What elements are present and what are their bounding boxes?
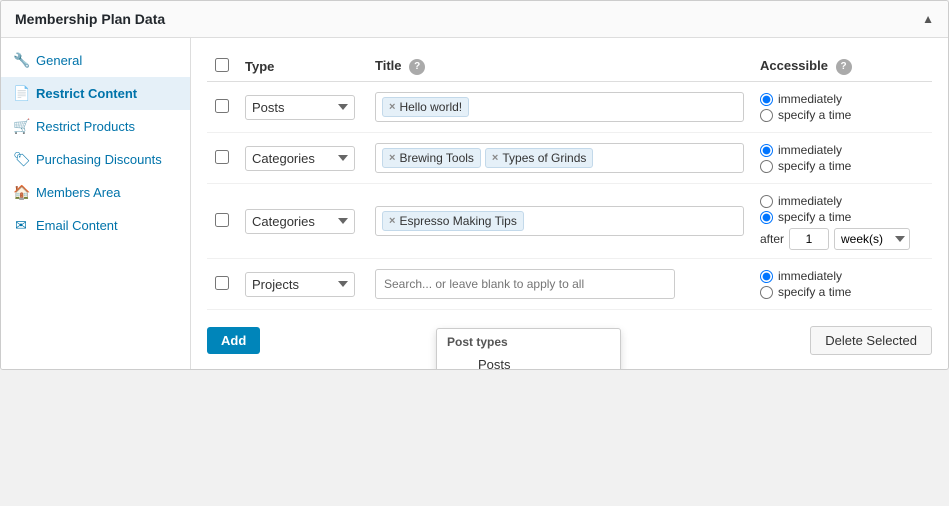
panel-body: 🔧 General 📄 Restrict Content 🛒 Restrict …: [1, 38, 948, 369]
row4-type-select[interactable]: Projects Posts Categories: [245, 272, 355, 297]
row3-after-row: after week(s) day(s) month(s): [760, 228, 924, 250]
row1-immediately-radio[interactable]: [760, 93, 773, 106]
row4-immediately-radio[interactable]: [760, 270, 773, 283]
row4-type-cell: Projects Posts Categories: [237, 259, 367, 310]
content-table: Type Title ? Accessible ?: [207, 52, 932, 310]
row3-accessible-cell: immediately specify a time after week(s: [752, 184, 932, 259]
row2-tag-1-remove[interactable]: ×: [389, 152, 395, 164]
th-type: Type: [237, 52, 367, 82]
row3-check-cell: [207, 184, 237, 259]
panel-header: Membership Plan Data ▲: [1, 1, 948, 38]
row3-tag-1: × Espresso Making Tips: [382, 211, 524, 231]
sidebar-item-restrict-content[interactable]: 📄 Restrict Content: [1, 77, 190, 110]
row2-check-cell: [207, 133, 237, 184]
row1-immediately-row: immediately: [760, 92, 924, 106]
row2-immediately-row: immediately: [760, 143, 924, 157]
title-help-icon[interactable]: ?: [409, 59, 425, 75]
row2-tag-2-remove[interactable]: ×: [492, 152, 498, 164]
row1-tag-1-remove[interactable]: ×: [389, 101, 395, 113]
row4-accessible-cell: immediately specify a time: [752, 259, 932, 310]
sidebar-label-general: General: [36, 53, 82, 68]
accessible-help-icon[interactable]: ?: [836, 59, 852, 75]
row1-accessible-cell: immediately specify a time: [752, 82, 932, 133]
row1-tag-1: × Hello world!: [382, 97, 469, 117]
sidebar-item-purchasing-discounts[interactable]: 🏷 Purchasing Discounts: [1, 143, 190, 176]
row3-immediately-row: immediately: [760, 194, 924, 208]
row3-type-cell: Posts Pages Categories: [237, 184, 367, 259]
cart-icon: 🛒: [13, 118, 29, 135]
panel-toggle-icon[interactable]: ▲: [922, 12, 934, 26]
row2-specify-row: specify a time: [760, 159, 924, 173]
row1-specify-row: specify a time: [760, 108, 924, 122]
main-content: Type Title ? Accessible ?: [191, 38, 948, 369]
row3-checkbox[interactable]: [215, 213, 229, 227]
row2-title-field: × Brewing Tools × Types of Grinds: [375, 143, 744, 173]
row4-title-cell: [367, 259, 752, 310]
tag-icon: 🏷: [13, 151, 29, 168]
sidebar-label-restrict-products: Restrict Products: [36, 119, 135, 134]
check-posts: [459, 358, 473, 371]
row1-title-cell: × Hello world!: [367, 82, 752, 133]
row3-immediately-radio[interactable]: [760, 195, 773, 208]
type-dropdown-menu: Post types Posts Pages ✓ Projects Taxono…: [436, 328, 621, 370]
row2-specify-radio[interactable]: [760, 160, 773, 173]
email-icon: ✉: [13, 217, 29, 234]
sidebar-label-members-area: Members Area: [36, 185, 121, 200]
panel-title: Membership Plan Data: [15, 11, 165, 27]
row1-checkbox[interactable]: [215, 99, 229, 113]
row2-checkbox[interactable]: [215, 150, 229, 164]
row2-immediately-radio[interactable]: [760, 144, 773, 157]
row2-type-cell: Posts Pages Categories: [237, 133, 367, 184]
row1-title-field: × Hello world!: [375, 92, 744, 122]
row4-search-input[interactable]: [375, 269, 675, 299]
sidebar-label-restrict-content: Restrict Content: [36, 86, 137, 101]
sidebar-item-members-area[interactable]: 🏠 Members Area: [1, 176, 190, 209]
row3-specify-row: specify a time: [760, 210, 924, 224]
th-check: [207, 52, 237, 82]
row3-tag-1-remove[interactable]: ×: [389, 215, 395, 227]
sidebar-label-purchasing-discounts: Purchasing Discounts: [36, 152, 162, 167]
th-accessible: Accessible ?: [752, 52, 932, 82]
row4-check-cell: [207, 259, 237, 310]
sidebar: 🔧 General 📄 Restrict Content 🛒 Restrict …: [1, 38, 191, 369]
row3-type-select[interactable]: Posts Pages Categories: [245, 209, 355, 234]
row1-specify-radio[interactable]: [760, 109, 773, 122]
row4-immediately-row: immediately: [760, 269, 924, 283]
document-icon: 📄: [13, 85, 29, 102]
row2-tag-1: × Brewing Tools: [382, 148, 481, 168]
row2-title-cell: × Brewing Tools × Types of Grinds: [367, 133, 752, 184]
row1-type-cell: Posts Pages Categories: [237, 82, 367, 133]
sidebar-label-email-content: Email Content: [36, 218, 118, 233]
sidebar-item-email-content[interactable]: ✉ Email Content: [1, 209, 190, 242]
row3-title-field: × Espresso Making Tips: [375, 206, 744, 236]
home-icon: 🏠: [13, 184, 29, 201]
row3-after-input[interactable]: [789, 228, 829, 250]
dropdown-item-posts[interactable]: Posts: [437, 352, 620, 370]
row3-specify-radio[interactable]: [760, 211, 773, 224]
th-title: Title ?: [367, 52, 752, 82]
table-row: Posts Pages Categories × Brewing Tools: [207, 133, 932, 184]
row1-type-select[interactable]: Posts Pages Categories: [245, 95, 355, 120]
row4-checkbox[interactable]: [215, 276, 229, 290]
row2-type-select[interactable]: Posts Pages Categories: [245, 146, 355, 171]
select-all-checkbox[interactable]: [215, 58, 229, 72]
row4-specify-radio[interactable]: [760, 286, 773, 299]
row1-check-cell: [207, 82, 237, 133]
table-row: Posts Pages Categories × Espresso Making…: [207, 184, 932, 259]
membership-plan-panel: Membership Plan Data ▲ 🔧 General 📄 Restr…: [0, 0, 949, 370]
row2-accessible-cell: immediately specify a time: [752, 133, 932, 184]
add-button[interactable]: Add: [207, 327, 260, 354]
row2-tag-2: × Types of Grinds: [485, 148, 593, 168]
row3-unit-select[interactable]: week(s) day(s) month(s): [834, 228, 910, 250]
sidebar-item-restrict-products[interactable]: 🛒 Restrict Products: [1, 110, 190, 143]
delete-selected-button[interactable]: Delete Selected: [810, 326, 932, 355]
table-row: Projects Posts Categories immediately: [207, 259, 932, 310]
sidebar-item-general[interactable]: 🔧 General: [1, 44, 190, 77]
table-row: Posts Pages Categories × Hello world!: [207, 82, 932, 133]
wrench-icon: 🔧: [13, 52, 29, 69]
row4-specify-row: specify a time: [760, 285, 924, 299]
row3-title-cell: × Espresso Making Tips: [367, 184, 752, 259]
dropdown-group-post-types: Post types: [437, 329, 620, 352]
